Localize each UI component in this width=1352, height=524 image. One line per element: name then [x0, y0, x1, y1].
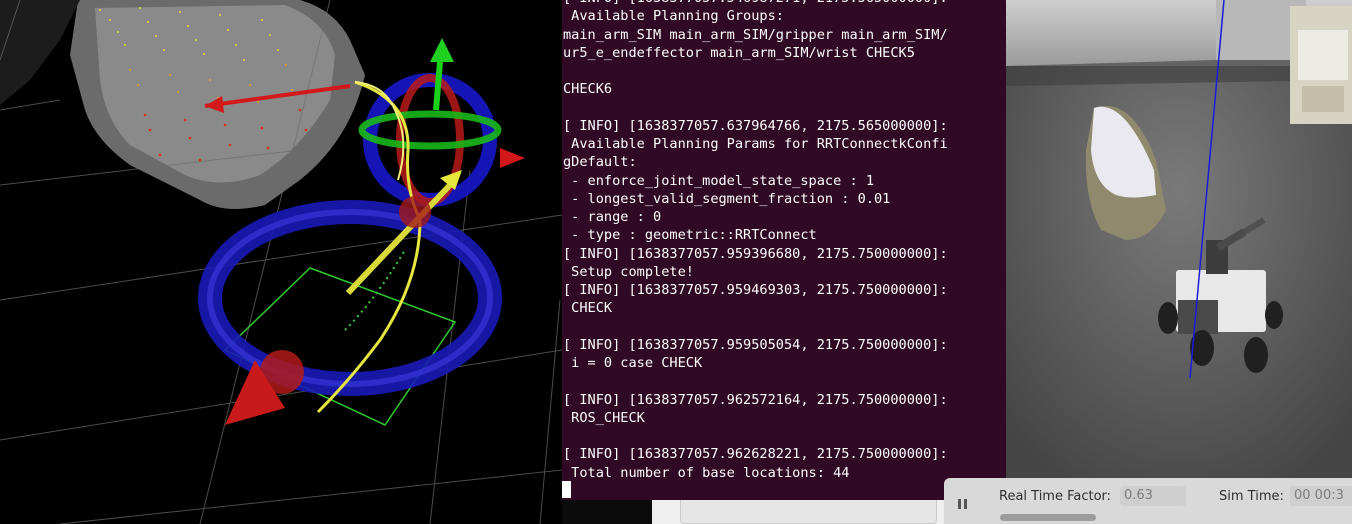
terminal-line: [ INFO] [1638377057.962572164, 2175.7500…	[563, 391, 948, 408]
sim-time-field[interactable]: 00 00:3	[1290, 486, 1352, 506]
status-scrollbar[interactable]	[1000, 514, 1096, 521]
terminal-line: Total number of base locations: 44	[563, 464, 850, 481]
terminal-line: [ INFO] [1638377057.959396680, 2175.7500…	[563, 245, 948, 262]
real-time-factor-label: Real Time Factor:	[999, 489, 1112, 504]
rviz-scene	[0, 0, 562, 524]
terminal-line: - type : geometric::RRTConnect	[563, 227, 817, 244]
gazebo-scene	[1006, 0, 1352, 478]
upper-green-ring[interactable]	[358, 110, 502, 150]
terminal-line: i = 0 case CHECK	[563, 355, 703, 371]
terminal-line: Setup complete!	[563, 263, 694, 280]
terminal-line: - longest_valid_segment_fraction : 0.01	[563, 190, 891, 207]
terminal-line: ur5_e_endeffector main_arm_SIM/wrist CHE…	[563, 44, 915, 61]
terminal-line: gDefault:	[563, 154, 637, 171]
terminal-line: Available Planning Params for RRTConnect…	[563, 136, 948, 152]
rviz-dark-strip	[562, 500, 662, 524]
terminal-line: - enforce_joint_model_state_space : 1	[563, 172, 874, 189]
pause-icon[interactable]	[958, 499, 968, 509]
terminal-line: [ INFO] [1638377057.959469303, 2175.7500…	[563, 282, 948, 298]
terminal-window[interactable]: [ INFO] [1638377057.546987271, 2175.5650…	[562, 0, 1006, 500]
terminal-line: - range : 0	[563, 209, 662, 225]
terminal-line: [ INFO] [1638377057.959505054, 2175.7500…	[563, 336, 948, 353]
terminal-line: [ INFO] [1638377057.962628221, 2175.7500…	[563, 446, 948, 463]
terminal-output: [ INFO] [1638377057.546987271, 2175.5650…	[563, 0, 948, 482]
y-axis-arrow-head[interactable]	[500, 148, 525, 168]
terminal-cursor	[562, 481, 571, 498]
gazebo-viewport[interactable]	[1006, 0, 1352, 478]
terminal-line: CHECK6	[563, 81, 613, 98]
z-axis-arrow[interactable]	[433, 61, 443, 111]
terminal-line: Available Planning Groups:	[563, 8, 784, 25]
terminal-line: [ INFO] [1638377057.546987271, 2175.5650…	[563, 0, 948, 7]
costmap-dark-left	[0, 0, 80, 105]
terminal-line: [ INFO] [1638377057.637964766, 2175.5650…	[563, 117, 948, 134]
sim-time-label: Sim Time:	[1219, 489, 1284, 504]
real-time-factor-field[interactable]: 0.63	[1120, 486, 1186, 506]
gazebo-status-bar: Real Time Factor: 0.63 Sim Time: 00 00:3	[944, 478, 1352, 524]
rviz-viewport[interactable]	[0, 0, 562, 524]
terminal-line: CHECK	[563, 300, 613, 317]
bottom-left-panel	[680, 500, 937, 524]
terminal-line: main_arm_SIM main_arm_SIM/gripper main_a…	[563, 26, 948, 43]
terminal-line: ROS_CHECK	[563, 409, 645, 426]
